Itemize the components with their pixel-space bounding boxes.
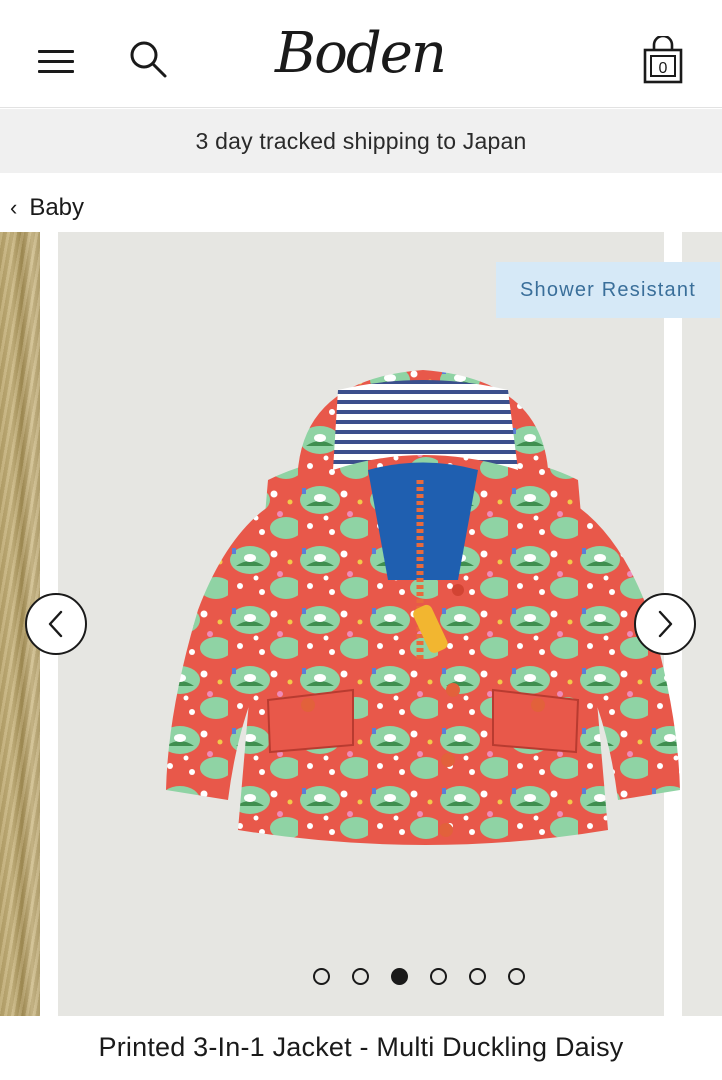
previous-image-button[interactable] [25,593,87,655]
shower-resistant-badge: Shower Resistant [496,262,720,318]
breadcrumb[interactable]: ‹ Baby [10,190,84,226]
product-title: Printed 3-In-1 Jacket - Multi Duckling D… [98,1032,624,1062]
carousel-dot[interactable] [313,968,330,985]
jacket-image [166,370,680,845]
site-header: Boden 0 [0,0,722,108]
chevron-right-icon [658,610,673,638]
boden-logo[interactable]: Boden [270,12,450,98]
hamburger-menu-icon[interactable] [38,50,76,76]
carousel-dot[interactable] [430,968,447,985]
next-image-button[interactable] [634,593,696,655]
badge-text: Shower Resistant [520,278,696,301]
logo-text: Boden [275,21,447,86]
carousel-dots [313,968,525,985]
carousel-dot[interactable] [352,968,369,985]
shopping-bag-icon[interactable]: 0 [642,34,684,84]
search-icon[interactable] [128,40,172,84]
shipping-banner: 3 day tracked shipping to Japan [0,109,722,173]
product-image-carousel[interactable]: Shower Resistant [0,232,722,1016]
product-image[interactable]: Shower Resistant [58,232,720,1016]
breadcrumb-label: Baby [29,194,85,221]
chevron-left-icon: ‹ [10,195,18,220]
carousel-dot[interactable] [469,968,486,985]
carousel-dot[interactable] [508,968,525,985]
shipping-text: 3 day tracked shipping to Japan [195,127,527,154]
chevron-left-icon [48,610,63,638]
svg-text:0: 0 [659,60,668,77]
carousel-dot-active[interactable] [391,968,408,985]
